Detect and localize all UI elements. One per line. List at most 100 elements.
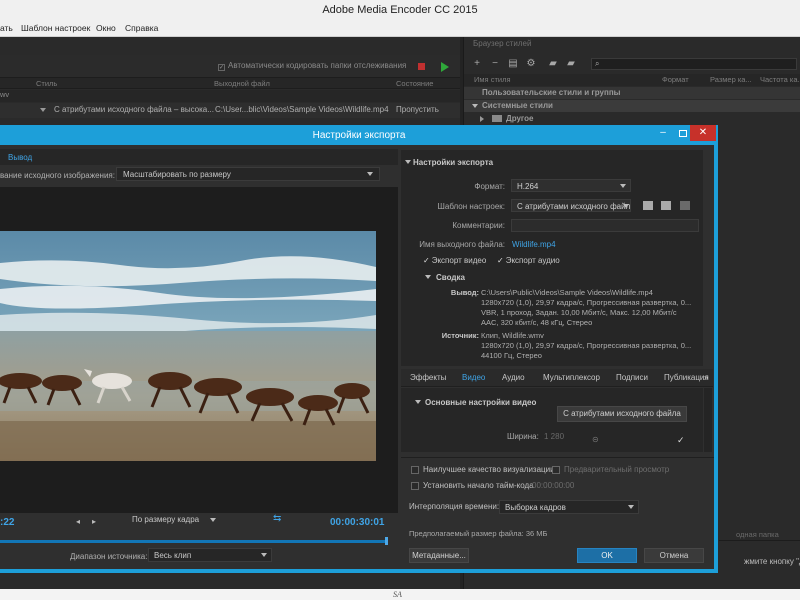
- playhead-handle[interactable]: [385, 537, 388, 545]
- collapse-icon[interactable]: [405, 160, 411, 164]
- width-value[interactable]: 1 280: [544, 432, 564, 441]
- col-preset-name[interactable]: Имя стиля: [474, 75, 511, 84]
- summary-output-label: Вывод:: [450, 288, 479, 297]
- zoom-fit-select[interactable]: По размеру кадра: [128, 513, 218, 527]
- summary-source-line: 44100 Гц, Стерео: [481, 351, 542, 360]
- tab-video[interactable]: Видео: [462, 373, 485, 382]
- aspect-ratio-icon[interactable]: ⇆: [273, 514, 285, 524]
- width-label: Ширина:: [507, 432, 539, 441]
- tab-effects[interactable]: Эффекты: [410, 373, 446, 382]
- app-titlebar: Adobe Media Encoder CC 2015: [0, 0, 800, 21]
- chevron-down-icon: [367, 172, 373, 176]
- chevron-down-icon: [620, 184, 626, 188]
- preset-select[interactable]: С атрибутами исходного файл: [511, 199, 631, 212]
- menu-item-file[interactable]: ать: [0, 23, 13, 33]
- queue-col-status[interactable]: Состояние: [396, 79, 433, 88]
- minus-icon[interactable]: −: [490, 59, 500, 69]
- tabs-overflow-icon[interactable]: »: [704, 373, 708, 382]
- chevron-down-icon[interactable]: [40, 108, 46, 112]
- user-presets-group[interactable]: Пользовательские стили и группы: [464, 87, 800, 99]
- summary-source-line: 1280x720 (1,0), 29,97 кадра/с, Прогресси…: [481, 341, 692, 350]
- delete-preset-icon[interactable]: [680, 201, 690, 210]
- interpolation-select[interactable]: Выборка кадров: [499, 500, 639, 514]
- queue-col-output[interactable]: Выходной файл: [214, 79, 270, 88]
- other-presets-folder[interactable]: Другое: [464, 113, 800, 125]
- auto-encode-checkbox[interactable]: ✓ Автоматически кодировать папки отслежив…: [218, 61, 406, 71]
- start-queue-icon[interactable]: [441, 62, 449, 72]
- tab-captions[interactable]: Подписи: [616, 373, 648, 382]
- video-panel-scrollbar[interactable]: [704, 388, 712, 452]
- minimize-icon[interactable]: –: [656, 128, 670, 140]
- timeline-scrubber[interactable]: [0, 537, 390, 545]
- horses-beach-image: [0, 231, 376, 461]
- output-name-link[interactable]: Wildlife.mp4: [512, 240, 556, 249]
- preset-label: Шаблон настроек:: [437, 202, 505, 211]
- width-checkmark-icon[interactable]: ✓: [677, 435, 685, 446]
- tab-publish[interactable]: Публикация: [664, 373, 709, 382]
- queue-toolbar: ✓ Автоматически кодировать папки отслежив…: [0, 55, 460, 79]
- set-start-timecode-checkbox[interactable]: [411, 482, 419, 490]
- format-label: Формат:: [474, 182, 505, 191]
- estimated-file-size: Предполагаемый размер файла: 36 МБ: [409, 529, 548, 538]
- tab-multiplexer[interactable]: Мультиплексор: [543, 373, 600, 382]
- queue-row-output[interactable]: C:\User...blic\Videos\Sample Videos\Wild…: [215, 105, 389, 114]
- stop-queue-icon[interactable]: [418, 63, 425, 70]
- collapse-icon[interactable]: [425, 275, 431, 279]
- dialog-footer: Наилучшее качество визуализации Предвари…: [401, 457, 714, 569]
- comments-label: Комментарии:: [452, 221, 505, 230]
- tab-output[interactable]: Вывод: [8, 153, 32, 162]
- group-icon[interactable]: ▤: [508, 59, 518, 69]
- mark-out-icon[interactable]: ▸: [92, 517, 96, 526]
- summary-output-line: 1280x720 (1,0), 29,97 кадра/с, Прогресси…: [481, 298, 692, 307]
- match-source-button[interactable]: С атрибутами исходного файла: [557, 406, 687, 422]
- mark-in-icon[interactable]: ◂: [76, 517, 80, 526]
- cancel-button[interactable]: Отмена: [644, 548, 704, 563]
- maximize-icon[interactable]: [676, 128, 690, 140]
- col-frame-size[interactable]: Размер ка...: [710, 75, 752, 84]
- collapse-icon[interactable]: [415, 400, 421, 404]
- source-scaling-select[interactable]: Масштабировать по размеру: [116, 167, 380, 181]
- source-range-select[interactable]: Весь клип: [148, 548, 272, 562]
- queue-col-style[interactable]: Стиль: [36, 79, 57, 88]
- preset-browser-tab[interactable]: Браузер стилей: [473, 39, 531, 48]
- format-select[interactable]: H.264: [511, 179, 631, 192]
- current-timecode[interactable]: :22: [0, 517, 14, 528]
- queue-row-status: Пропустить: [396, 105, 439, 114]
- max-quality-checkbox[interactable]: [411, 466, 419, 474]
- link-icon[interactable]: ⊝: [592, 435, 599, 444]
- import-icon[interactable]: ▰: [548, 59, 558, 69]
- queue-row-style[interactable]: С атрибутами исходного файла – высока...: [54, 105, 214, 114]
- export-settings-dialog: Настройки экспорта – ✕ Вывод вание исход…: [0, 125, 718, 573]
- ok-button[interactable]: OK: [577, 548, 637, 563]
- export-audio-checkbox[interactable]: ✓ Экспорт аудио: [497, 256, 560, 265]
- start-timecode-value[interactable]: 00:00:00:00: [532, 481, 574, 490]
- menu-item-presets[interactable]: Шаблон настроек: [21, 23, 90, 33]
- metadata-button[interactable]: Метаданные...: [409, 548, 469, 563]
- add-icon[interactable]: +: [472, 59, 482, 69]
- menu-item-window[interactable]: Окно: [96, 23, 116, 33]
- menu-item-help[interactable]: Справка: [125, 23, 158, 33]
- export-icon[interactable]: ▰: [566, 59, 576, 69]
- dialog-titlebar[interactable]: Настройки экспорта – ✕: [0, 125, 718, 145]
- timeline-track[interactable]: [0, 540, 386, 543]
- save-preset-icon[interactable]: [643, 201, 653, 210]
- folder-icon: [492, 115, 502, 122]
- settings-icon[interactable]: ⚙: [526, 59, 536, 69]
- import-preset-icon[interactable]: [661, 201, 671, 210]
- chevron-right-icon[interactable]: [480, 116, 484, 122]
- col-frame-rate[interactable]: Частота ка...: [760, 75, 800, 84]
- export-settings-title: Настройки экспорта: [413, 158, 494, 167]
- export-video-checkbox[interactable]: ✓ Экспорт видео: [423, 256, 486, 265]
- interpolation-label: Интерполяция времени:: [409, 502, 500, 511]
- system-presets-group[interactable]: Системные стили: [464, 100, 800, 112]
- queue-source-row[interactable]: wv: [0, 90, 460, 102]
- video-preview-frame[interactable]: [0, 231, 376, 461]
- preset-browser-header: Имя стиля Формат Размер ка... Частота ка…: [464, 74, 800, 86]
- close-icon[interactable]: ✕: [690, 125, 716, 141]
- tab-audio[interactable]: Аудио: [502, 373, 525, 382]
- preview-checkbox[interactable]: [552, 466, 560, 474]
- col-format[interactable]: Формат: [662, 75, 689, 84]
- queue-row[interactable]: С атрибутами исходного файла – высока...…: [0, 103, 460, 118]
- comments-input[interactable]: [511, 219, 699, 232]
- preset-search-input[interactable]: ⌕: [591, 58, 797, 70]
